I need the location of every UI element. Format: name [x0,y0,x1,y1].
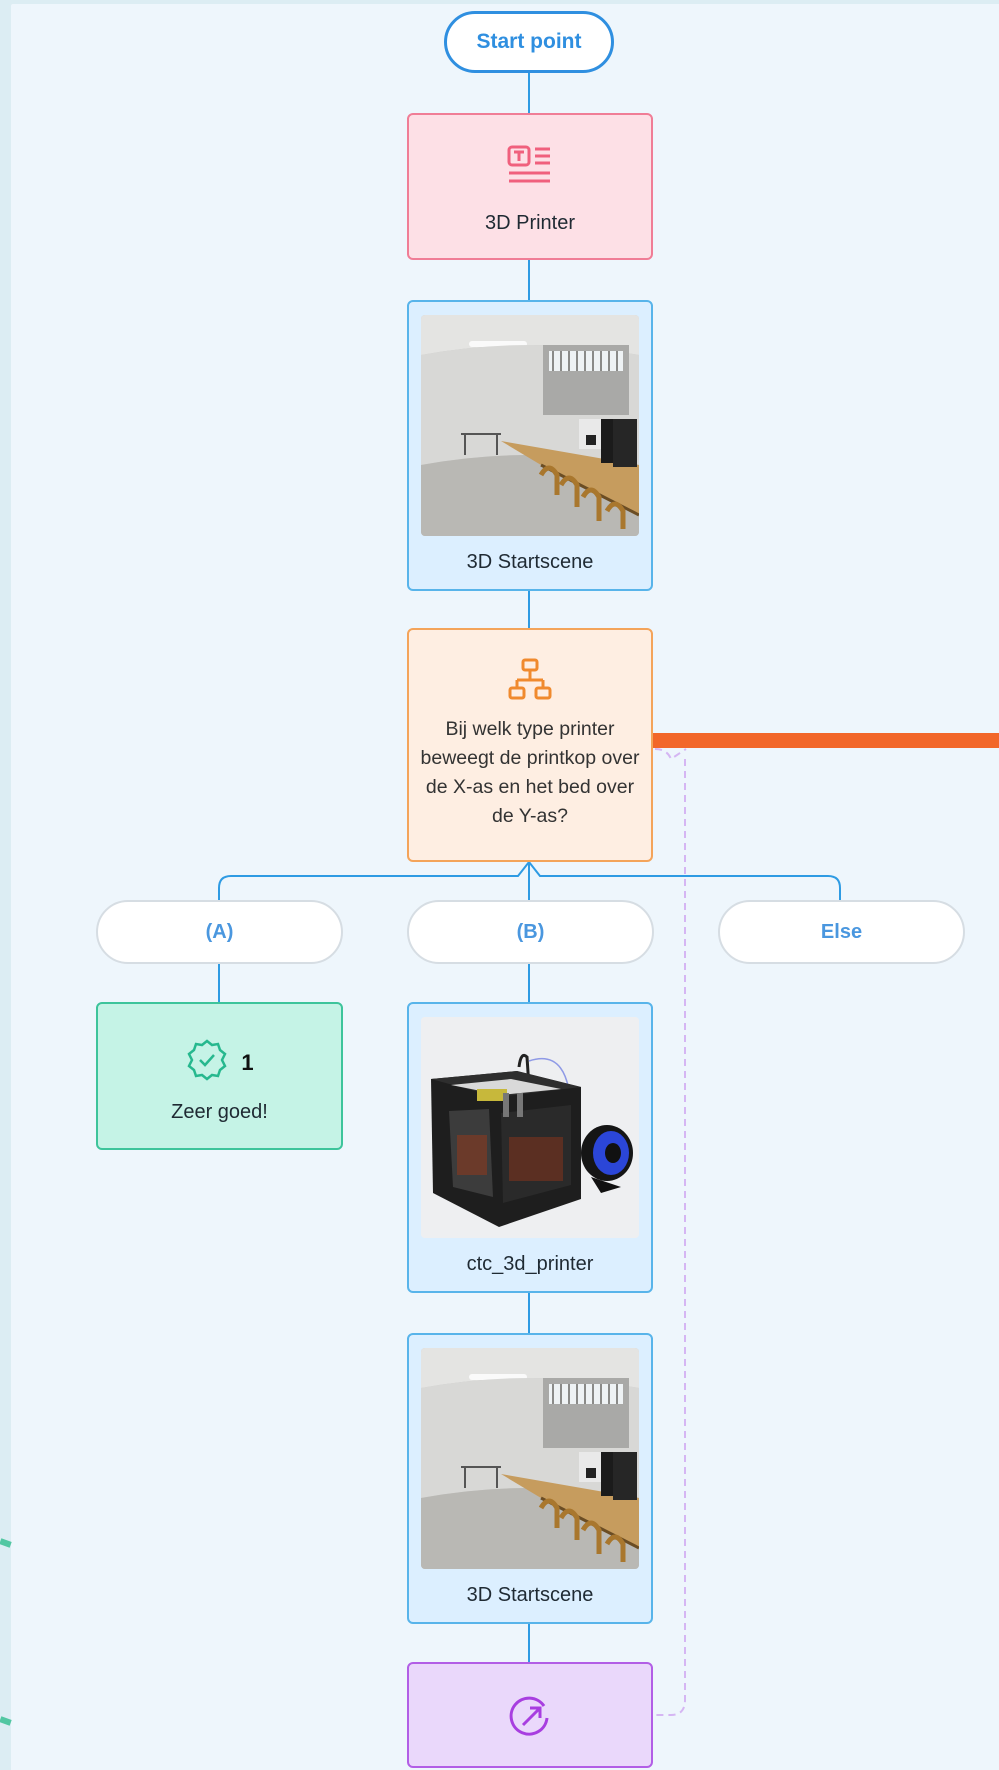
option-else[interactable]: Else [718,900,965,964]
jump-node[interactable] [407,1662,653,1768]
model-node-label: ctc_3d_printer [466,1253,594,1275]
score-label: Zeer goed! [171,1101,268,1123]
connector [528,260,530,300]
branch-question: Bij welk type printer beweegt de printko… [420,718,640,827]
connector [218,964,220,1002]
option-else-label: Else [820,920,863,943]
scene-node-label: 3D Startscene [466,551,594,573]
offcanvas-connector-mark [0,1538,12,1548]
scene-node[interactable]: 3D Startscene [407,300,653,591]
start-point-node[interactable]: Start point [444,11,614,73]
scene-node-label: 3D Startscene [466,1584,594,1606]
option-a-label: (A) [205,920,234,943]
connector [528,73,530,113]
start-point-label: Start point [476,30,582,53]
score-node[interactable]: 1 Zeer goed! [96,1002,343,1150]
branch-node[interactable]: Bij welk type printer beweegt de printko… [407,628,653,862]
score-row: 1 [185,1038,254,1087]
text-node[interactable]: 3D Printer [407,113,653,260]
connector [528,1293,530,1333]
text-node-label: 3D Printer [484,212,576,234]
text-document-icon [506,145,554,194]
option-b[interactable]: (B) [407,900,654,964]
offcanvas-connector-mark [0,1716,12,1726]
jump-arrow-icon [508,1696,552,1745]
check-badge-icon [185,1038,229,1087]
scene-thumbnail [421,315,639,536]
connector [528,1622,530,1662]
connector [528,589,530,628]
connector [528,964,530,1002]
branch-split-connector [218,861,841,900]
model-node[interactable]: ctc_3d_printer [407,1002,653,1293]
model-thumbnail [421,1017,639,1238]
hierarchy-icon [508,658,552,707]
highlighted-connection[interactable] [653,733,999,748]
option-a[interactable]: (A) [96,900,343,964]
scene-node[interactable]: 3D Startscene [407,1333,653,1624]
scene-thumbnail [421,1348,639,1569]
option-b-label: (B) [516,920,545,943]
score-points: 1 [241,1049,254,1075]
loop-back-connector [654,748,687,1716]
